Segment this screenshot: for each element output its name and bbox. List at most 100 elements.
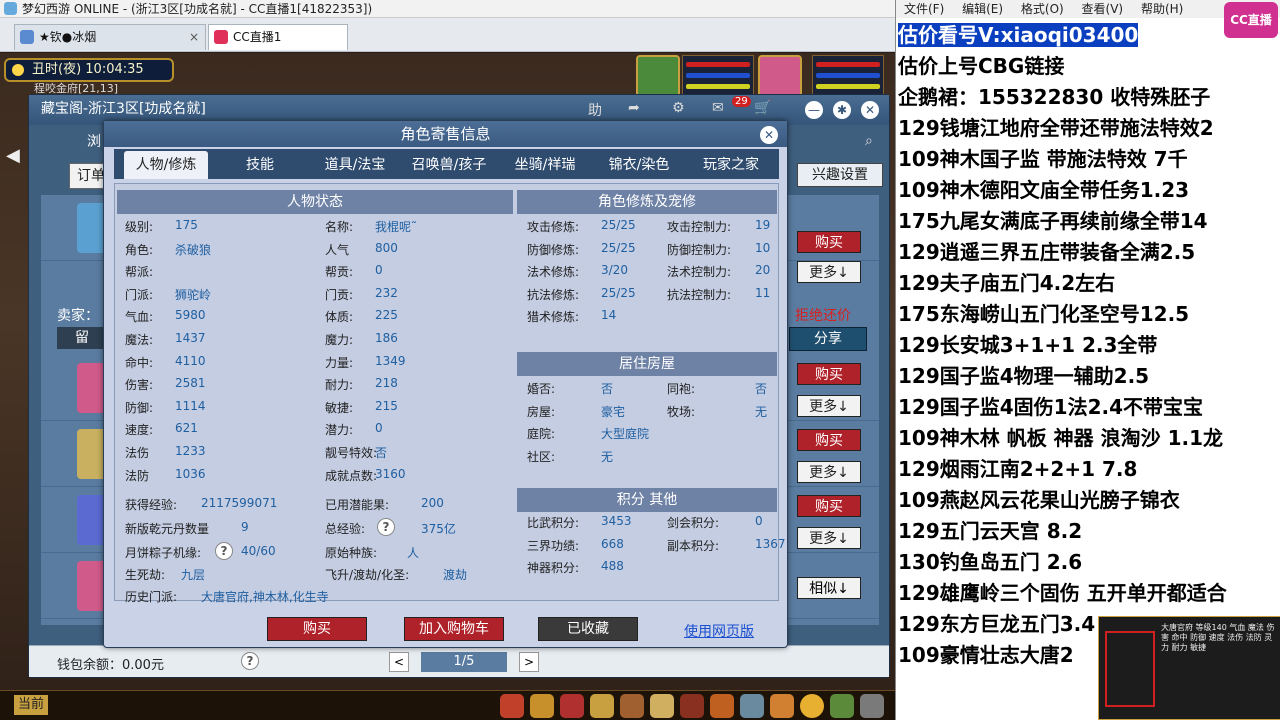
buy-button[interactable]: 购买 [797, 363, 861, 385]
menu-help[interactable]: 帮助(H) [1141, 2, 1183, 16]
tab-skills[interactable]: 技能 [218, 151, 302, 179]
dialog-title: 角色寄售信息 [104, 121, 787, 147]
seller-label: 卖家： [57, 308, 99, 324]
menu-view[interactable]: 查看(V) [1082, 2, 1124, 16]
favorited-button[interactable]: 已收藏 [538, 617, 638, 641]
note-line: 估价看号V:xiaoqi03400 [898, 23, 1139, 47]
team-icon[interactable] [530, 694, 554, 718]
status-field: 门贡: 232 [325, 285, 398, 302]
tab-mounts[interactable]: 坐骑/祥瑞 [500, 151, 590, 179]
tab-pets[interactable]: 召唤兽/孩子 [404, 151, 494, 179]
status-field: 防御: 1114 [125, 398, 206, 415]
dialog-content: 人物状态 角色修炼及宠修 居住房屋 积分 其他 级别: 175 角色: 杀破狼 帮派: 门… [114, 183, 786, 604]
buy-button[interactable]: 购买 [797, 231, 861, 253]
system-icon[interactable] [770, 694, 794, 718]
note-line: 175九尾女满底子再续前缘全带14 [898, 209, 1208, 233]
wallet-balance: 钱包余额：0.00元 [57, 658, 164, 673]
note-line: 估价上号CBG链接 [898, 54, 1065, 78]
mail-icon[interactable]: ✉ [712, 100, 724, 116]
more-button[interactable]: 更多↓ [797, 395, 861, 417]
web-version-link[interactable]: 使用网页版 [684, 621, 754, 641]
tab-game-1[interactable]: ★钦●冰烟 × [14, 24, 206, 50]
history-field: 历史门派: 大唐官府,神木林,化生寺 [125, 590, 329, 604]
cart-icon[interactable]: 🛒 [754, 100, 771, 116]
current-channel-button[interactable]: 当前 [14, 695, 48, 715]
note-line: 129长安城3+1+1 2.3全带 [898, 333, 1158, 357]
status-field: 成就点数: 3160 [325, 466, 406, 483]
tab-close-icon[interactable]: × [189, 25, 199, 49]
more-button[interactable]: 更多↓ [797, 527, 861, 549]
friend-icon[interactable] [740, 694, 764, 718]
more-button[interactable]: 更多↓ [797, 461, 861, 483]
trade-icon[interactable] [710, 694, 734, 718]
info-field: 婚否: 否同袍: 否 [527, 382, 768, 396]
pet-portrait[interactable] [636, 55, 680, 99]
feisheng-field: 飞升/渡劫/化圣: 渡劫 [325, 568, 468, 582]
share-arrow-icon[interactable]: ➦ [628, 100, 640, 116]
dialog-tabs: 人物/修炼 技能 道具/法宝 召唤兽/孩子 坐骑/祥瑞 锦衣/染色 玩家之家 [114, 149, 779, 179]
interest-settings-button[interactable]: 兴趣设置 [797, 163, 883, 187]
status-field: 门派: 狮驼岭 [125, 287, 212, 302]
guild-icon[interactable] [620, 694, 644, 718]
info-field: 神器积分: 488 [527, 559, 624, 576]
more-button[interactable]: 更多↓ [797, 261, 861, 283]
house-section-head: 居住房屋 [517, 352, 777, 376]
smile-icon[interactable] [800, 694, 824, 718]
pet-icon[interactable] [560, 694, 584, 718]
help-label[interactable]: 助 [588, 100, 602, 120]
help-icon[interactable]: ? [215, 542, 233, 560]
shop-icon[interactable] [830, 694, 854, 718]
minimize-icon[interactable]: — [805, 101, 823, 119]
player-portrait[interactable] [758, 55, 802, 99]
window-titlebar: 梦幻西游 ONLINE - (浙江3区[功成名就] - CC直播1[418223… [0, 0, 895, 18]
similar-button[interactable]: 相似↓ [797, 577, 861, 599]
settings-icon[interactable]: ✱ [833, 101, 851, 119]
search-icon[interactable]: ⌕ [865, 133, 873, 149]
note-line: 130钓鱼岛五门 2.6 [898, 550, 1083, 574]
tab-home[interactable]: 玩家之家 [688, 151, 774, 179]
info-field: 三界功绩: 668 副本积分: 1367 [527, 536, 786, 553]
status-field: 法伤 1233 [125, 444, 206, 460]
add-to-cart-button[interactable]: 加入购物车 [404, 617, 504, 641]
status-field: 命中: 4110 [125, 353, 206, 370]
skill-icon[interactable] [680, 694, 704, 718]
player-status-bars [812, 55, 884, 99]
next-page-button[interactable]: > [519, 652, 539, 672]
close-icon[interactable]: ✕ [861, 101, 879, 119]
tab-items[interactable]: 道具/法宝 [310, 151, 400, 179]
item-icon[interactable] [500, 694, 524, 718]
buy-button[interactable]: 购买 [797, 429, 861, 451]
status-field: 靓号特效: 否 [325, 446, 388, 460]
map-icon[interactable] [650, 694, 674, 718]
leave-message-label[interactable]: 留 [57, 327, 107, 349]
left-arrow-icon[interactable]: ◀ [6, 145, 20, 169]
tab-cc-live[interactable]: CC直播1 [208, 24, 348, 50]
tab-outfits[interactable]: 锦衣/染色 [594, 151, 684, 179]
menu-edit[interactable]: 编辑(E) [962, 2, 1003, 16]
buy-button[interactable]: 购买 [267, 617, 367, 641]
computer-icon[interactable] [860, 694, 884, 718]
status-field: 伤害: 2581 [125, 376, 206, 393]
prev-page-button[interactable]: < [389, 652, 409, 672]
cc-favicon-icon [214, 30, 228, 44]
help-icon[interactable]: ? [241, 652, 259, 670]
share-button[interactable]: 分享 [789, 327, 867, 351]
note-line: 129烟雨江南2+2+1 7.8 [898, 457, 1138, 481]
menu-file[interactable]: 文件(F) [904, 2, 944, 16]
dialog-close-icon[interactable]: ✕ [760, 126, 778, 144]
note-line: 129雄鹰岭三个固伤 五开单开都适合 [898, 581, 1227, 605]
info-field: 猎术修炼: 14 [527, 308, 617, 325]
help-icon[interactable]: ? [377, 518, 395, 536]
note-line: 129夫子庙五门4.2左右 [898, 271, 1116, 295]
notepad-text[interactable]: 估价看号V:xiaoqi03400 估价上号CBG链接 企鹅裙：155322830 … [898, 20, 1278, 671]
buy-button[interactable]: 购买 [797, 495, 861, 517]
tab-character[interactable]: 人物/修炼 [124, 151, 208, 179]
status-field: 魔法: 1437 [125, 331, 206, 347]
task-icon[interactable] [590, 694, 614, 718]
browse-tab-short[interactable]: 浏 [87, 131, 101, 151]
info-field: 比武积分: 3453 剑会积分: 0 [527, 514, 763, 530]
menu-format[interactable]: 格式(O) [1021, 2, 1064, 16]
status-field: 名称: 我棍呢˜ [325, 220, 418, 234]
settings-gear-icon[interactable]: ⚙ [672, 100, 685, 116]
app-icon [4, 2, 17, 15]
